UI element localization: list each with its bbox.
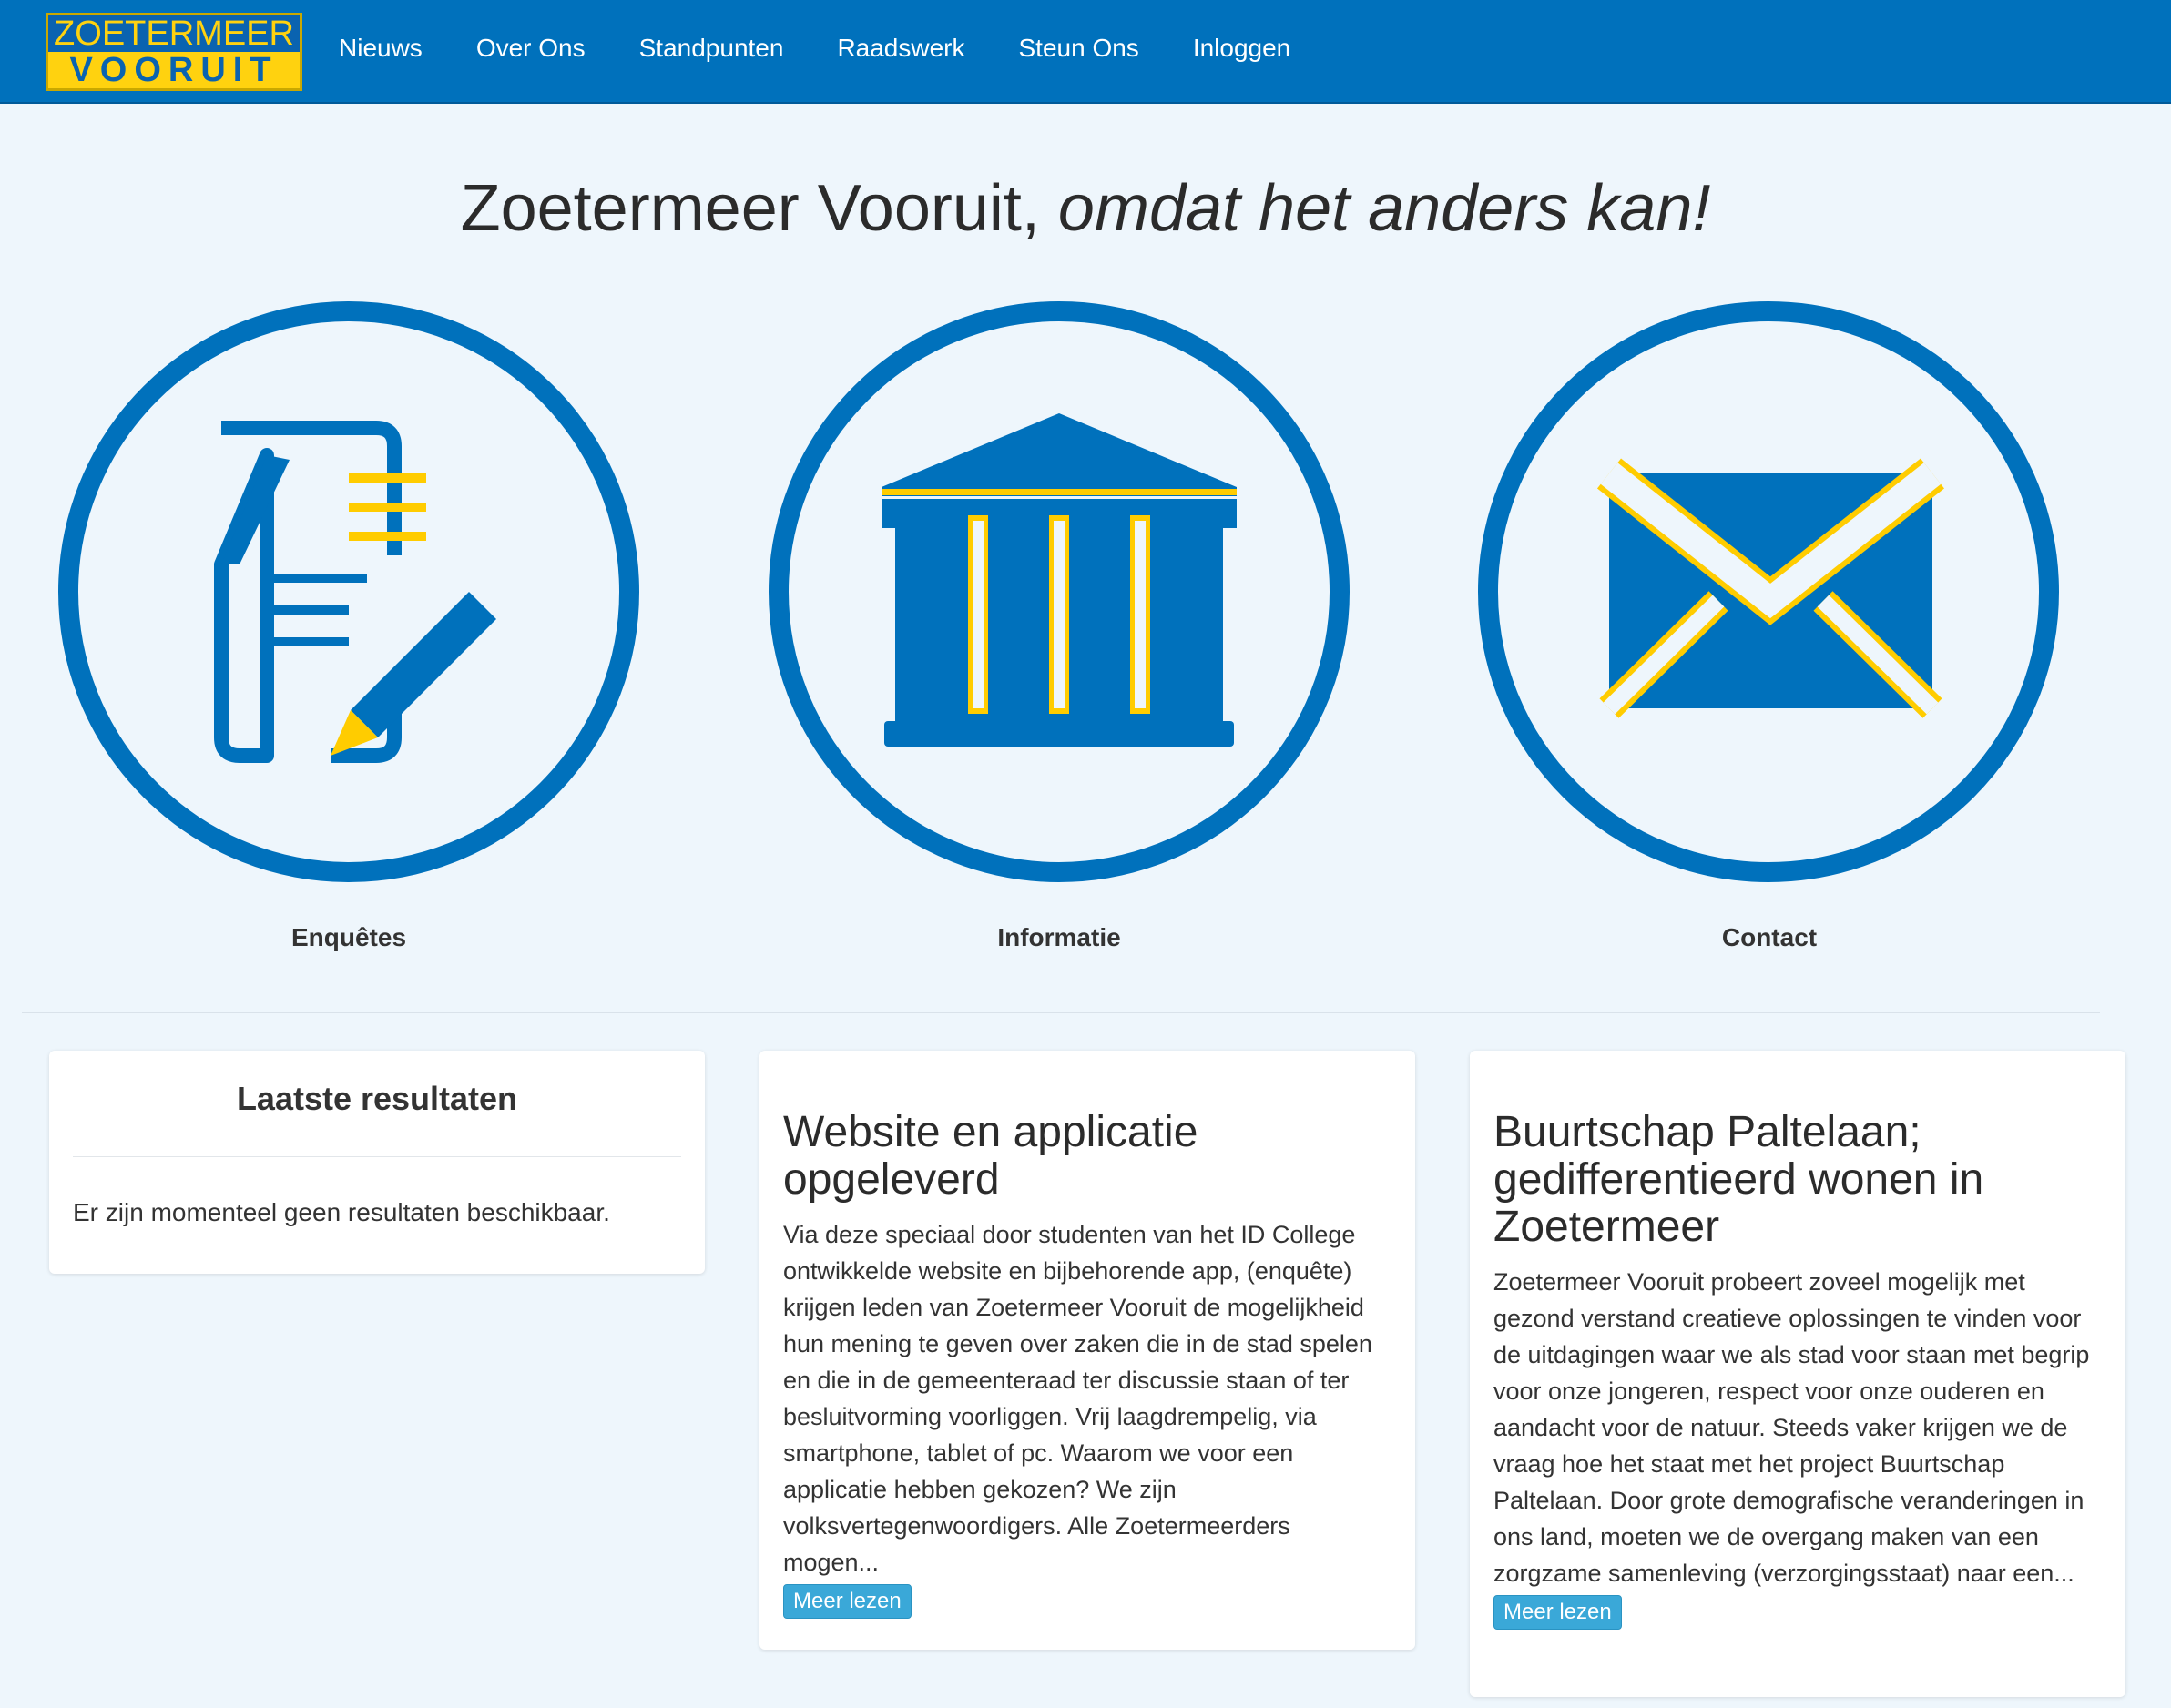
survey-feature-link[interactable] bbox=[57, 300, 640, 883]
nav-link-over-ons[interactable]: Over Ons bbox=[476, 34, 586, 63]
survey-label[interactable]: Enquêtes bbox=[167, 923, 531, 952]
information-feature-link[interactable] bbox=[768, 300, 1351, 883]
nav-link-nieuws[interactable]: Nieuws bbox=[339, 34, 423, 63]
nav-links: Nieuws Over Ons Standpunten Raadswerk St… bbox=[339, 0, 1344, 97]
page-title: Zoetermeer Vooruit, omdat het anders kan… bbox=[0, 171, 2171, 246]
navbar: ZOETERMEER VOORUIT Nieuws Over Ons Stand… bbox=[0, 0, 2171, 104]
nav-link-raadswerk[interactable]: Raadswerk bbox=[837, 34, 964, 63]
site-logo[interactable]: ZOETERMEER VOORUIT bbox=[46, 13, 302, 91]
logo-top-text: ZOETERMEER bbox=[48, 15, 300, 52]
article-body-2: Zoetermeer Vooruit probeert zoveel mogel… bbox=[1493, 1268, 2090, 1587]
results-divider bbox=[73, 1156, 681, 1157]
results-card: Laatste resultaten Er zijn momenteel gee… bbox=[49, 1051, 705, 1274]
logo-bottom-text: VOORUIT bbox=[48, 52, 300, 88]
nav-link-standpunten[interactable]: Standpunten bbox=[639, 34, 784, 63]
section-divider bbox=[22, 1012, 2100, 1013]
read-more-button-1[interactable]: Meer lezen bbox=[783, 1584, 912, 1619]
government-building-icon bbox=[769, 301, 1350, 882]
results-title: Laatste resultaten bbox=[236, 1080, 518, 1117]
nav-link-inloggen[interactable]: Inloggen bbox=[1193, 34, 1290, 63]
envelope-icon bbox=[1478, 301, 2059, 882]
article-title-2[interactable]: Buurtschap Paltelaan; gedifferentieerd w… bbox=[1493, 1109, 2102, 1251]
page-title-tagline: omdat het anders kan! bbox=[1057, 172, 1711, 245]
results-empty-text: Er zijn momenteel geen resultaten beschi… bbox=[73, 1198, 610, 1226]
page-title-main: Zoetermeer Vooruit, bbox=[460, 172, 1040, 245]
contact-feature-link[interactable] bbox=[1477, 300, 2060, 883]
article-body-1: Via deze speciaal door studenten van het… bbox=[783, 1221, 1372, 1576]
nav-link-steun-ons[interactable]: Steun Ons bbox=[1019, 34, 1139, 63]
read-more-button-2[interactable]: Meer lezen bbox=[1493, 1595, 1622, 1630]
article-card-1: Website en applicatie opgeleverd Via dez… bbox=[759, 1051, 1415, 1650]
information-label[interactable]: Informatie bbox=[877, 923, 1241, 952]
contact-label[interactable]: Contact bbox=[1587, 923, 1952, 952]
survey-icon bbox=[58, 301, 639, 882]
article-title-1[interactable]: Website en applicatie opgeleverd bbox=[783, 1109, 1384, 1204]
article-card-2: Buurtschap Paltelaan; gedifferentieerd w… bbox=[1470, 1051, 2125, 1697]
